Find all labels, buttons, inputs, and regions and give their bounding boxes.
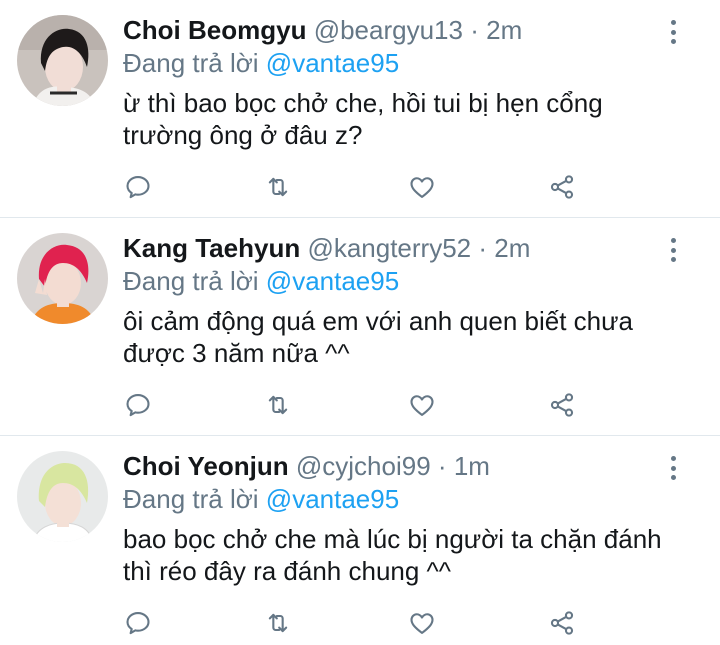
tweet-text: ôi cảm động quá em với anh quen biết chư…: [123, 306, 633, 368]
display-name[interactable]: Choi Beomgyu: [123, 15, 306, 45]
share-icon: [550, 175, 574, 199]
user-handle[interactable]: @beargyu13: [314, 15, 463, 45]
avatar[interactable]: [17, 233, 108, 324]
replying-to-label: Đang trả lời: [123, 266, 259, 296]
share-icon: [550, 611, 574, 635]
separator-dot: ·: [478, 233, 488, 263]
tweet[interactable]: Kang Taehyun @kangterry52 · 2m Đang trả …: [0, 218, 720, 436]
share-button[interactable]: [546, 608, 578, 638]
reply-mention-link[interactable]: @vantae95: [266, 266, 399, 296]
tweet-actions: [122, 172, 592, 202]
tweet-text: ừ thì bao bọc chở che, hồi tui bị hẹn cổ…: [123, 88, 603, 150]
reply-feed: Choi Beomgyu @beargyu13 · 2m Đang trả lờ…: [0, 0, 720, 645]
profile-photo: [17, 15, 108, 106]
replying-to: Đang trả lời @vantae95: [123, 483, 399, 515]
replying-to-label: Đang trả lời: [123, 48, 259, 78]
reply-button[interactable]: [122, 390, 154, 420]
user-handle[interactable]: @cyjchoi99: [296, 451, 431, 481]
share-button[interactable]: [546, 390, 578, 420]
replying-to-label: Đang trả lời: [123, 484, 259, 514]
retweet-button[interactable]: [262, 172, 294, 202]
timestamp[interactable]: 2m: [486, 15, 522, 45]
like-button[interactable]: [406, 608, 438, 638]
more-options-icon[interactable]: [663, 454, 683, 482]
display-name[interactable]: Choi Yeonjun: [123, 451, 289, 481]
like-icon: [410, 395, 434, 416]
tweet-header: Kang Taehyun @kangterry52 · 2m: [123, 232, 530, 264]
reply-icon: [126, 612, 150, 635]
display-name[interactable]: Kang Taehyun: [123, 233, 300, 263]
avatar[interactable]: [17, 451, 108, 542]
more-options-icon[interactable]: [663, 18, 683, 46]
retweet-button[interactable]: [262, 390, 294, 420]
more-options-icon[interactable]: [663, 236, 683, 264]
reply-icon: [126, 176, 150, 199]
user-handle[interactable]: @kangterry52: [307, 233, 471, 263]
profile-photo: [17, 233, 108, 324]
like-icon: [410, 177, 434, 198]
reply-button[interactable]: [122, 608, 154, 638]
tweet-actions: [122, 608, 592, 638]
reply-mention-link[interactable]: @vantae95: [266, 484, 399, 514]
reply-mention-link[interactable]: @vantae95: [266, 48, 399, 78]
like-button[interactable]: [406, 390, 438, 420]
tweet[interactable]: Choi Yeonjun @cyjchoi99 · 1m Đang trả lờ…: [0, 436, 720, 645]
retweet-button[interactable]: [262, 608, 294, 638]
profile-photo: [17, 451, 108, 542]
reply-icon: [126, 394, 150, 417]
timestamp[interactable]: 1m: [454, 451, 490, 481]
replying-to: Đang trả lời @vantae95: [123, 265, 399, 297]
tweet-text: bao bọc chở che mà lúc bị người ta chặn …: [123, 524, 662, 586]
tweet-actions: [122, 390, 592, 420]
like-button[interactable]: [406, 172, 438, 202]
separator-dot: ·: [470, 15, 479, 45]
tweet-header: Choi Yeonjun @cyjchoi99 · 1m: [123, 450, 490, 482]
tweet-header: Choi Beomgyu @beargyu13 · 2m: [123, 14, 522, 46]
retweet-icon: [268, 177, 288, 197]
like-icon: [410, 613, 434, 634]
retweet-icon: [268, 395, 288, 415]
replying-to: Đang trả lời @vantae95: [123, 47, 399, 79]
avatar[interactable]: [17, 15, 108, 106]
reply-button[interactable]: [122, 172, 154, 202]
retweet-icon: [268, 613, 288, 633]
separator-dot: ·: [437, 451, 447, 481]
share-button[interactable]: [546, 172, 578, 202]
timestamp[interactable]: 2m: [494, 233, 530, 263]
share-icon: [550, 393, 574, 417]
tweet[interactable]: Choi Beomgyu @beargyu13 · 2m Đang trả lờ…: [0, 0, 720, 218]
